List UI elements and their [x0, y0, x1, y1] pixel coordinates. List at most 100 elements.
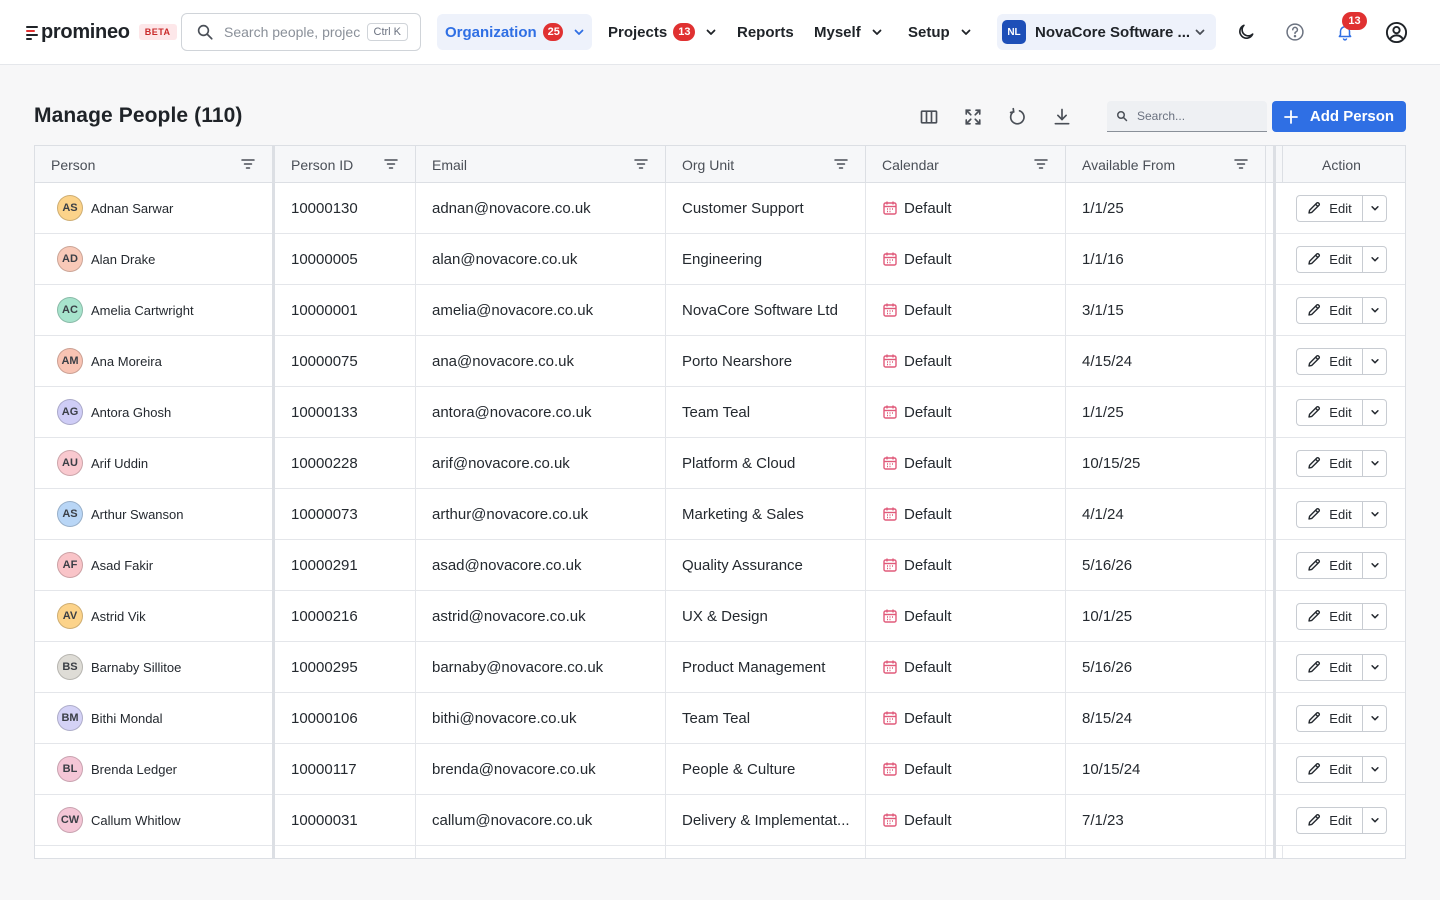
- table-row[interactable]: AC Amelia Cartwright 10000001 amelia@nov…: [35, 285, 1405, 336]
- table-row[interactable]: AV Astrid Vik 10000216 astrid@novacore.c…: [35, 591, 1405, 642]
- columns-button[interactable]: [917, 105, 941, 129]
- filter-icon[interactable]: [634, 158, 648, 170]
- column-header-person-id[interactable]: Person ID: [275, 146, 416, 183]
- table-row[interactable]: BM Bithi Mondal 10000106 bithi@novacore.…: [35, 693, 1405, 744]
- filter-icon[interactable]: [1234, 158, 1248, 170]
- edit-button[interactable]: Edit: [1296, 245, 1363, 273]
- person-cell[interactable]: AG Antora Ghosh: [35, 387, 273, 437]
- table-row[interactable]: AS Arthur Swanson 10000073 arthur@novaco…: [35, 489, 1405, 540]
- fullscreen-button[interactable]: [961, 105, 985, 129]
- table-search-input[interactable]: [1137, 109, 1257, 123]
- table-row[interactable]: AF Asad Fakir 10000291 asad@novacore.co.…: [35, 540, 1405, 591]
- filter-icon[interactable]: [384, 158, 398, 170]
- filter-icon[interactable]: [241, 158, 255, 170]
- more-actions-button[interactable]: [1363, 551, 1387, 579]
- nav-myself[interactable]: Myself: [806, 14, 891, 50]
- person-cell[interactable]: AM Ana Moreira: [35, 336, 273, 386]
- user-menu-button[interactable]: [1384, 20, 1408, 44]
- available-from-cell: 7/1/23: [1066, 795, 1266, 845]
- help-button[interactable]: [1283, 20, 1307, 44]
- edit-button[interactable]: Edit: [1296, 704, 1363, 732]
- refresh-button[interactable]: [1005, 105, 1029, 129]
- add-person-label: Add Person: [1309, 108, 1395, 125]
- edit-button[interactable]: Edit: [1296, 551, 1363, 579]
- column-header-person[interactable]: Person: [35, 146, 273, 183]
- person-cell[interactable]: BS Barnaby Sillitoe: [35, 642, 273, 692]
- table-row[interactable]: AU Arif Uddin 10000228 arif@novacore.co.…: [35, 438, 1405, 489]
- edit-button[interactable]: Edit: [1296, 653, 1363, 681]
- more-actions-button[interactable]: [1363, 296, 1387, 324]
- more-actions-button[interactable]: [1363, 500, 1387, 528]
- edit-button[interactable]: Edit: [1296, 806, 1363, 834]
- dark-mode-toggle[interactable]: [1234, 20, 1258, 44]
- edit-button[interactable]: Edit: [1296, 194, 1363, 222]
- chevron-down-icon: [1370, 206, 1379, 211]
- global-search[interactable]: Ctrl K: [181, 13, 421, 51]
- app-logo[interactable]: promineo BETA: [26, 22, 177, 42]
- column-header-email[interactable]: Email: [416, 146, 666, 183]
- person-cell[interactable]: AD Alan Drake: [35, 234, 273, 284]
- edit-button[interactable]: Edit: [1296, 398, 1363, 426]
- table-search[interactable]: [1107, 101, 1267, 132]
- more-actions-button[interactable]: [1363, 602, 1387, 630]
- edit-button[interactable]: Edit: [1296, 755, 1363, 783]
- table-row[interactable]: AG Antora Ghosh 10000133 antora@novacore…: [35, 387, 1405, 438]
- email-cell: callum@novacore.co.uk: [416, 795, 666, 845]
- person-id: 10000117: [291, 760, 357, 778]
- edit-button[interactable]: Edit: [1296, 449, 1363, 477]
- edit-button[interactable]: Edit: [1296, 296, 1363, 324]
- organization-switcher[interactable]: NL NovaCore Software ...: [997, 14, 1216, 50]
- available-from-cell: 10/15/25: [1066, 438, 1266, 488]
- chevron-down-icon: [960, 26, 972, 38]
- nav-projects[interactable]: Projects 13: [600, 14, 725, 50]
- column-header-calendar[interactable]: Calendar: [866, 146, 1066, 183]
- more-actions-button[interactable]: [1363, 194, 1387, 222]
- column-header-available-from[interactable]: Available From: [1066, 146, 1266, 183]
- org-unit: Porto Nearshore: [682, 352, 793, 370]
- nav-setup[interactable]: Setup: [900, 14, 980, 50]
- person-name: Barnaby Sillitoe: [91, 659, 182, 675]
- edit-button[interactable]: Edit: [1296, 500, 1363, 528]
- table-row[interactable]: AD Alan Drake 10000005 alan@novacore.co.…: [35, 234, 1405, 285]
- calendar-cell: Default: [866, 795, 1066, 845]
- table-row[interactable]: CW Callum Whitlow 10000031 callum@novaco…: [35, 795, 1405, 846]
- nav-reports[interactable]: Reports: [729, 14, 802, 50]
- pinned-column-divider[interactable]: [272, 146, 275, 858]
- calendar-cell: Default: [866, 642, 1066, 692]
- global-search-input[interactable]: [224, 24, 360, 40]
- more-actions-button[interactable]: [1363, 806, 1387, 834]
- calendar-name: Default: [904, 250, 952, 268]
- table-row[interactable]: BS Barnaby Sillitoe 10000295 barnaby@nov…: [35, 642, 1405, 693]
- download-button[interactable]: [1050, 105, 1074, 129]
- more-actions-button[interactable]: [1363, 449, 1387, 477]
- filter-icon[interactable]: [1034, 158, 1048, 170]
- add-person-button[interactable]: Add Person: [1272, 101, 1406, 132]
- person-cell[interactable]: AC Amelia Cartwright: [35, 285, 273, 335]
- edit-split-button: Edit: [1296, 449, 1387, 477]
- person-cell[interactable]: BL Brenda Ledger: [35, 744, 273, 794]
- table-row[interactable]: BL Brenda Ledger 10000117 brenda@novacor…: [35, 744, 1405, 795]
- person-cell[interactable]: CW Callum Whitlow: [35, 795, 273, 845]
- table-row[interactable]: AS Adnan Sarwar 10000130 adnan@novacore.…: [35, 183, 1405, 234]
- person-cell[interactable]: AS Adnan Sarwar: [35, 183, 273, 233]
- person-cell[interactable]: AV Astrid Vik: [35, 591, 273, 641]
- more-actions-button[interactable]: [1363, 755, 1387, 783]
- more-actions-button[interactable]: [1363, 704, 1387, 732]
- person-cell[interactable]: AS Arthur Swanson: [35, 489, 273, 539]
- more-actions-button[interactable]: [1363, 347, 1387, 375]
- edit-button[interactable]: Edit: [1296, 347, 1363, 375]
- filter-icon[interactable]: [834, 158, 848, 170]
- pinned-column-divider[interactable]: [1273, 146, 1276, 858]
- nav-organization[interactable]: Organization 25: [437, 14, 592, 50]
- search-icon: [1117, 111, 1128, 122]
- more-actions-button[interactable]: [1363, 398, 1387, 426]
- table-row[interactable]: AM Ana Moreira 10000075 ana@novacore.co.…: [35, 336, 1405, 387]
- person-cell[interactable]: AF Asad Fakir: [35, 540, 273, 590]
- calendar-name: Default: [904, 505, 952, 523]
- person-cell[interactable]: BM Bithi Mondal: [35, 693, 273, 743]
- edit-button[interactable]: Edit: [1296, 602, 1363, 630]
- person-cell[interactable]: AU Arif Uddin: [35, 438, 273, 488]
- more-actions-button[interactable]: [1363, 245, 1387, 273]
- column-header-org-unit[interactable]: Org Unit: [666, 146, 866, 183]
- more-actions-button[interactable]: [1363, 653, 1387, 681]
